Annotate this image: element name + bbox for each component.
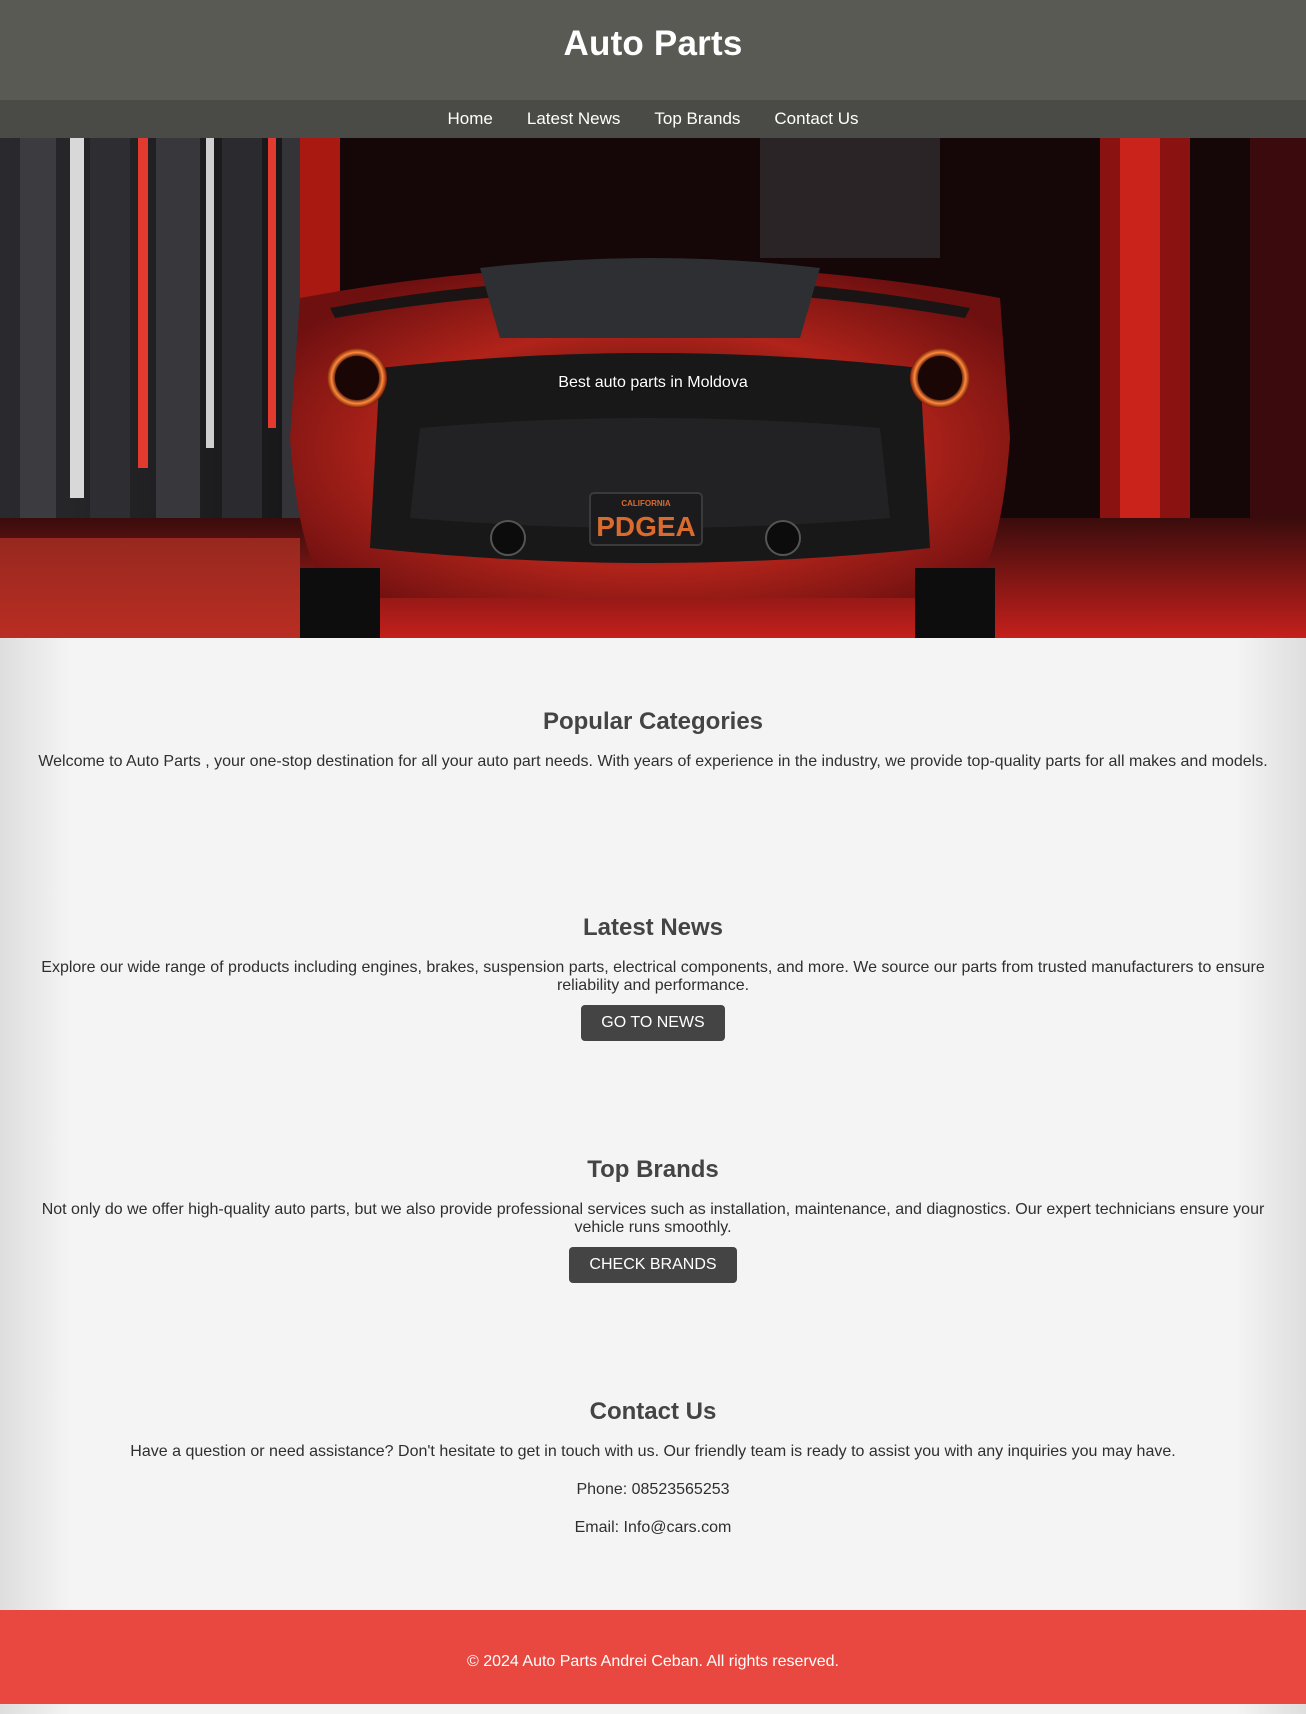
top-brands-section: Top Brands Not only do we offer high-qua…	[0, 1156, 1306, 1283]
contact-text: Have a question or need assistance? Don'…	[130, 1443, 1176, 1460]
plate-number: PDGEA	[596, 511, 696, 542]
contact-phone: Phone: 08523565253	[576, 1481, 730, 1498]
section-title-top-brands: Top Brands	[587, 1156, 719, 1183]
main-nav: Home Latest News Top Brands Contact Us	[0, 100, 1306, 138]
footer-copyright: © 2024 Auto Parts Andrei Ceban. All righ…	[467, 1653, 839, 1670]
section-title-contact-us: Contact Us	[589, 1398, 717, 1425]
check-brands-button[interactable]: CHECK BRANDS	[569, 1247, 737, 1283]
nav-item-top-brands[interactable]: Top Brands	[654, 109, 740, 129]
nav-item-home[interactable]: Home	[448, 109, 493, 129]
contact-us-section: Contact Us Have a question or need assis…	[0, 1398, 1306, 1537]
site-header: Auto Parts	[0, 0, 1306, 100]
site-title: Auto Parts	[563, 24, 743, 63]
page: Auto Parts Home Latest News Top Brands C…	[0, 0, 1306, 1714]
site-footer: © 2024 Auto Parts Andrei Ceban. All righ…	[0, 1610, 1306, 1704]
contact-email: Email: Info@cars.com	[574, 1519, 732, 1536]
latest-news-section: Latest News Explore our wide range of pr…	[0, 914, 1306, 1041]
section-title-popular-categories: Popular Categories	[542, 708, 764, 735]
hero-tagline: Best auto parts in Moldova	[558, 374, 748, 391]
nav-item-contact-us[interactable]: Contact Us	[774, 109, 858, 129]
popular-categories-section: Popular Categories Welcome to Auto Parts…	[0, 708, 1306, 771]
news-text: Explore our wide range of products inclu…	[41, 959, 1265, 994]
section-title-latest-news: Latest News	[582, 914, 724, 941]
plate-state: CALIFORNIA	[621, 499, 671, 508]
categories-text: Welcome to Auto Parts , your one-stop de…	[38, 753, 1268, 770]
nav-item-latest-news[interactable]: Latest News	[527, 109, 621, 129]
go-to-news-button[interactable]: GO TO NEWS	[581, 1005, 725, 1041]
brands-text: Not only do we offer high-quality auto p…	[41, 1201, 1265, 1236]
hero-banner: CALIFORNIA PDGEA Best auto parts in Mold…	[0, 138, 1306, 638]
